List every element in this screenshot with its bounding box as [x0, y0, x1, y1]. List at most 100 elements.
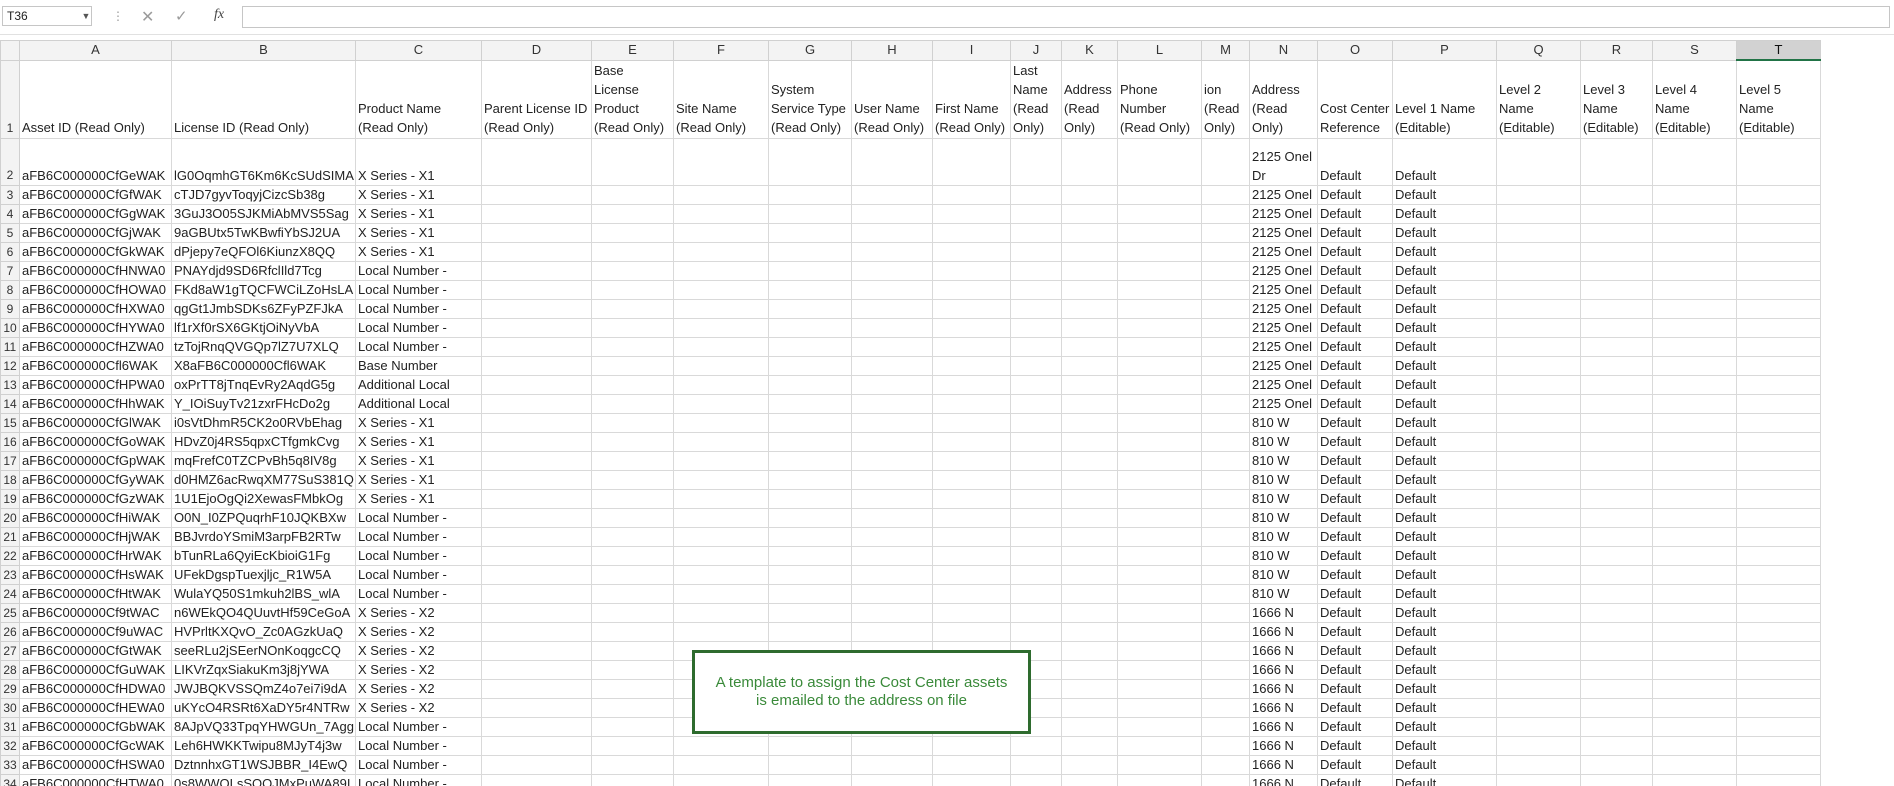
cell-j[interactable] — [1010, 412, 1062, 433]
cell-c[interactable]: Local Number - — [355, 735, 482, 756]
cell-n[interactable]: 2125 Onel — [1249, 260, 1318, 281]
cell-o[interactable]: Default — [1317, 526, 1393, 547]
cell-r[interactable] — [1580, 545, 1653, 566]
cell-k[interactable] — [1061, 469, 1118, 490]
row-header[interactable]: 25 — [0, 602, 20, 623]
cell-t[interactable] — [1736, 488, 1821, 509]
cell-n[interactable]: 2125 Onel — [1249, 317, 1318, 338]
cell-s[interactable] — [1652, 640, 1737, 661]
cell-h[interactable] — [851, 754, 933, 775]
cell-o[interactable]: Default — [1317, 203, 1393, 224]
cell-q[interactable] — [1496, 488, 1581, 509]
cell-q[interactable] — [1496, 526, 1581, 547]
cell-o[interactable]: Default — [1317, 469, 1393, 490]
cell-a[interactable]: aFB6C000000CfGbWAK — [19, 716, 172, 737]
cell-k[interactable] — [1061, 526, 1118, 547]
cell-e[interactable] — [591, 602, 674, 623]
cell-n[interactable]: 1666 N — [1249, 678, 1318, 699]
cell-d[interactable] — [481, 393, 592, 414]
cell-t[interactable] — [1736, 137, 1821, 186]
cell-o[interactable]: Default — [1317, 374, 1393, 395]
cell-o[interactable]: Default — [1317, 621, 1393, 642]
cell-c[interactable]: Local Number - — [355, 564, 482, 585]
cell-p[interactable]: Default — [1392, 735, 1497, 756]
cell-g[interactable] — [768, 317, 852, 338]
cell-s[interactable] — [1652, 621, 1737, 642]
cell-q[interactable] — [1496, 735, 1581, 756]
cell-b[interactable]: 8AJpVQ33TpqYHWGUn_7Agg — [171, 716, 356, 737]
cell-c[interactable]: X Series - X1 — [355, 488, 482, 509]
cell-p[interactable]: Default — [1392, 621, 1497, 642]
cell-g[interactable] — [768, 602, 852, 623]
cell-h[interactable] — [851, 374, 933, 395]
cell-r[interactable] — [1580, 659, 1653, 680]
cell-l[interactable] — [1117, 260, 1202, 281]
cell-h[interactable] — [851, 602, 933, 623]
cell-e[interactable] — [591, 317, 674, 338]
cell-g[interactable] — [768, 545, 852, 566]
cell-d[interactable] — [481, 374, 592, 395]
cell-l[interactable] — [1117, 488, 1202, 509]
cell-o[interactable]: Default — [1317, 678, 1393, 699]
cell-h[interactable] — [851, 279, 933, 300]
cell-n[interactable]: 810 W — [1249, 469, 1318, 490]
cell-e[interactable] — [591, 431, 674, 452]
cell-c[interactable]: Local Number - — [355, 260, 482, 281]
cell-e[interactable] — [591, 583, 674, 604]
header-cell[interactable]: Cost Center Reference — [1317, 59, 1393, 139]
cell-s[interactable] — [1652, 336, 1737, 357]
cell-f[interactable] — [673, 184, 769, 205]
cell-p[interactable]: Default — [1392, 678, 1497, 699]
cell-k[interactable] — [1061, 735, 1118, 756]
cell-t[interactable] — [1736, 260, 1821, 281]
cell-s[interactable] — [1652, 137, 1737, 186]
cell-d[interactable] — [481, 773, 592, 786]
cell-i[interactable] — [932, 754, 1011, 775]
cell-e[interactable] — [591, 526, 674, 547]
cell-o[interactable]: Default — [1317, 137, 1393, 186]
cell-s[interactable] — [1652, 374, 1737, 395]
cell-r[interactable] — [1580, 260, 1653, 281]
cell-d[interactable] — [481, 716, 592, 737]
cell-g[interactable] — [768, 222, 852, 243]
cell-f[interactable] — [673, 393, 769, 414]
cell-j[interactable] — [1010, 469, 1062, 490]
cell-e[interactable] — [591, 203, 674, 224]
cell-r[interactable] — [1580, 716, 1653, 737]
cell-t[interactable] — [1736, 412, 1821, 433]
cell-k[interactable] — [1061, 184, 1118, 205]
cell-d[interactable] — [481, 735, 592, 756]
cell-l[interactable] — [1117, 317, 1202, 338]
row-header[interactable]: 3 — [0, 184, 20, 205]
cell-b[interactable]: n6WEkQO4QUuvtHf59CeGoA — [171, 602, 356, 623]
cell-m[interactable] — [1201, 137, 1250, 186]
cell-n[interactable]: 1666 N — [1249, 735, 1318, 756]
cell-f[interactable] — [673, 260, 769, 281]
cell-b[interactable]: bTunRLa6QyiEcKbioiG1Fg — [171, 545, 356, 566]
cell-e[interactable] — [591, 374, 674, 395]
cell-e[interactable] — [591, 621, 674, 642]
cell-i[interactable] — [932, 469, 1011, 490]
cell-d[interactable] — [481, 241, 592, 262]
cell-j[interactable] — [1010, 222, 1062, 243]
cell-m[interactable] — [1201, 602, 1250, 623]
cell-q[interactable] — [1496, 640, 1581, 661]
cell-l[interactable] — [1117, 137, 1202, 186]
header-cell[interactable]: System Service Type (Read Only) — [768, 59, 852, 139]
cell-q[interactable] — [1496, 602, 1581, 623]
cell-l[interactable] — [1117, 640, 1202, 661]
cell-p[interactable]: Default — [1392, 488, 1497, 509]
cell-q[interactable] — [1496, 583, 1581, 604]
cell-e[interactable] — [591, 393, 674, 414]
column-header-p[interactable]: P — [1392, 40, 1497, 61]
cell-j[interactable] — [1010, 279, 1062, 300]
cell-g[interactable] — [768, 735, 852, 756]
cell-a[interactable]: aFB6C000000CfHOWA0 — [19, 279, 172, 300]
column-header-f[interactable]: F — [673, 40, 769, 61]
cell-l[interactable] — [1117, 545, 1202, 566]
column-header-c[interactable]: C — [355, 40, 482, 61]
cell-m[interactable] — [1201, 678, 1250, 699]
cell-j[interactable] — [1010, 754, 1062, 775]
cell-s[interactable] — [1652, 507, 1737, 528]
cell-l[interactable] — [1117, 298, 1202, 319]
